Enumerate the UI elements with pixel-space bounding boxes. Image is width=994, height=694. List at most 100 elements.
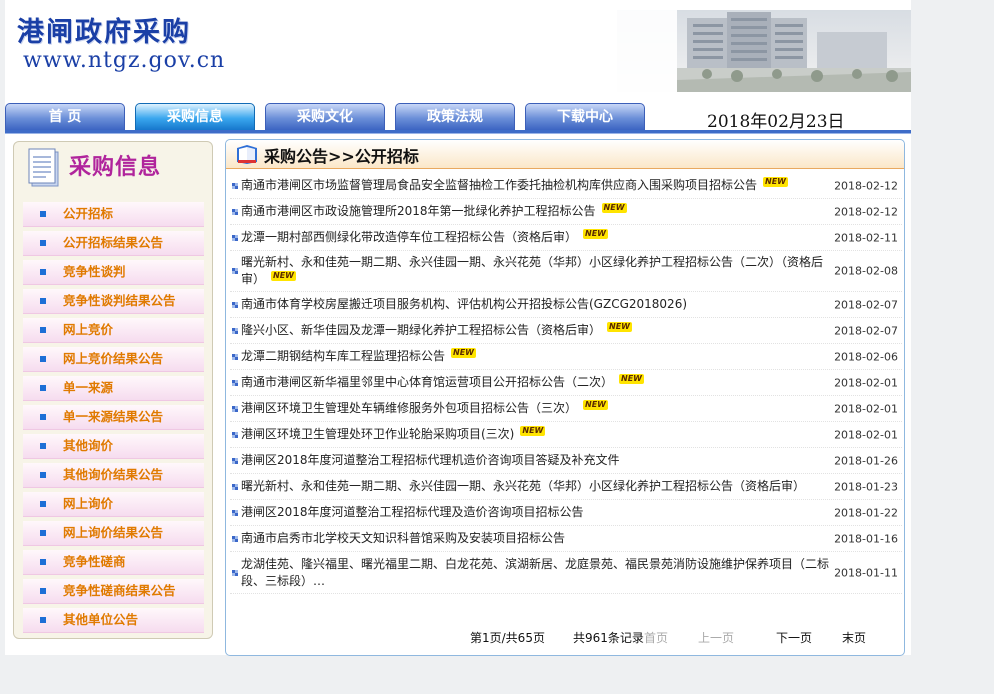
announcement-title-text: 港闸区2018年度河道整治工程招标代理及造价咨询项目招标公告 — [241, 505, 584, 519]
last-page-link[interactable]: 末页 — [842, 629, 866, 646]
announcement-date: 2018-02-06 — [834, 350, 898, 363]
sidebar-item[interactable]: 网上竞价 — [23, 318, 204, 343]
announcement-title-link[interactable]: 龙潭二期钢结构车库工程监理招标公告 NEW — [230, 348, 831, 365]
square-bullet-icon — [40, 385, 46, 391]
new-badge: NEW — [619, 374, 644, 384]
site-url: www.ntgz.gov.cn — [23, 48, 226, 73]
announcement-title-link[interactable]: 南通市港闸区市场监督管理局食品安全监督抽检工作委托抽检机构库供应商入围采购项目招… — [230, 177, 831, 194]
list-item: 南通市体育学校房屋搬迁项目服务机构、评估机构公开招投标公告(GZCG201802… — [230, 292, 902, 318]
list-item: 龙湖佳苑、隆兴福里、曙光福里二期、白龙花苑、滨湖新居、龙庭景苑、福民景苑消防设施… — [230, 552, 902, 594]
announcement-date: 2018-02-01 — [834, 428, 898, 441]
announcement-title-text: 南通市启秀市北学校天文知识科普馆采购及安装项目招标公告 — [241, 531, 566, 545]
square-bullet-icon — [40, 443, 46, 449]
sidebar-item[interactable]: 竞争性谈判 — [23, 260, 204, 285]
announcement-date: 2018-01-11 — [834, 566, 898, 579]
list-bullet-icon — [232, 431, 238, 438]
list-item: 港闸区2018年度河道整治工程招标代理及造价咨询项目招标公告 2018-01-22 — [230, 500, 902, 526]
site-title: 港闸政府采购 — [17, 17, 191, 48]
sidebar-item[interactable]: 其他询价 — [23, 434, 204, 459]
current-date: 2018年02月23日 — [707, 112, 845, 132]
list-bullet-icon — [232, 483, 238, 490]
announcement-title-link[interactable]: 龙潭一期村部西侧绿化带改造停车位工程招标公告（资格后审） NEW — [230, 229, 831, 246]
list-bullet-icon — [232, 509, 238, 516]
announcement-date: 2018-02-07 — [834, 298, 898, 311]
sidebar-item-label: 竞争性谈判结果公告 — [63, 293, 176, 308]
announcement-title-text: 龙潭一期村部西侧绿化带改造停车位工程招标公告（资格后审） — [241, 230, 578, 244]
list-item: 港闸区2018年度河道整治工程招标代理机造价咨询项目答疑及补充文件 2018-01… — [230, 448, 902, 474]
square-bullet-icon — [40, 211, 46, 217]
announcement-date: 2018-02-11 — [834, 231, 898, 244]
announcement-date: 2018-01-22 — [834, 506, 898, 519]
announcement-list: 南通市港闸区市场监督管理局食品安全监督抽检工作委托抽检机构库供应商入围采购项目招… — [230, 173, 902, 594]
sidebar-item-label: 其他单位公告 — [63, 612, 139, 627]
list-item: 龙潭二期钢结构车库工程监理招标公告 NEW 2018-02-06 — [230, 344, 902, 370]
announcement-title-link[interactable]: 港闸区2018年度河道整治工程招标代理及造价咨询项目招标公告 — [230, 504, 831, 521]
sidebar-item[interactable]: 公开招标 — [23, 202, 204, 227]
nav-tab-downloads[interactable]: 下载中心 — [525, 103, 645, 130]
first-page-link[interactable]: 首页 — [644, 629, 668, 646]
sidebar-item-label: 公开招标结果公告 — [63, 235, 164, 250]
announcement-title-link[interactable]: 南通市体育学校房屋搬迁项目服务机构、评估机构公开招投标公告(GZCG201802… — [230, 296, 831, 313]
sidebar-item[interactable]: 竞争性磋商 — [23, 550, 204, 575]
announcement-title-link[interactable]: 港闸区2018年度河道整治工程招标代理机造价咨询项目答疑及补充文件 — [230, 452, 831, 469]
sidebar-item[interactable]: 其他单位公告 — [23, 608, 204, 633]
sidebar-item[interactable]: 竞争性谈判结果公告 — [23, 289, 204, 314]
square-bullet-icon — [40, 269, 46, 275]
nav-tab-procurement-culture[interactable]: 采购文化 — [265, 103, 385, 130]
announcement-date: 2018-02-01 — [834, 402, 898, 415]
sidebar-item[interactable]: 单一来源 — [23, 376, 204, 401]
main-nav: 首 页 采购信息 采购文化 政策法规 下载中心 2018年02月23日 — [5, 103, 911, 134]
sidebar-item-label: 其他询价 — [63, 438, 114, 453]
sidebar-menu: 公开招标公开招标结果公告竞争性谈判竞争性谈判结果公告网上竞价网上竞价结果公告 单一… — [23, 202, 204, 637]
sidebar-item[interactable]: 网上询价结果公告 — [23, 521, 204, 546]
announcement-title-text: 南通市港闸区市场监督管理局食品安全监督抽检工作委托抽检机构库供应商入围采购项目招… — [241, 178, 758, 192]
sidebar-item[interactable]: 单一来源结果公告 — [23, 405, 204, 430]
nav-underline — [5, 130, 911, 134]
document-icon — [28, 148, 59, 187]
announcement-title-link[interactable]: 南通市港闸区市政设施管理所2018年第一批绿化养护工程招标公告 NEW — [230, 203, 831, 220]
list-bullet-icon — [232, 182, 238, 189]
page: 港闸政府采购 www.ntgz.gov.cn 首 页 采购信息 采购文化 政策法… — [5, 0, 911, 656]
sidebar-item[interactable]: 网上竞价结果公告 — [23, 347, 204, 372]
announcement-title-link[interactable]: 隆兴小区、新华佳园及龙潭一期绿化养护工程招标公告（资格后审） NEW — [230, 322, 831, 339]
announcement-title-text: 港闸区环境卫生管理处环卫作业轮胎采购项目(三次) — [241, 427, 515, 441]
sidebar-title: 采购信息 — [69, 155, 162, 180]
list-item: 港闸区环境卫生管理处环卫作业轮胎采购项目(三次) NEW 2018-02-01 — [230, 422, 902, 448]
announcement-title-link[interactable]: 南通市港闸区新华福里邻里中心体育馆运营项目公开招标公告（二次） NEW — [230, 374, 831, 391]
sidebar-item[interactable]: 网上询价 — [23, 492, 204, 517]
list-item: 龙潭一期村部西侧绿化带改造停车位工程招标公告（资格后审） NEW 2018-02-1… — [230, 225, 902, 251]
sidebar-item[interactable]: 其他询价结果公告 — [23, 463, 204, 488]
announcement-title-link[interactable]: 曙光新村、永和佳苑一期二期、永兴佳园一期、永兴花苑（华邦）小区绿化养护工程招标公… — [230, 478, 831, 495]
announcement-title-link[interactable]: 曙光新村、永和佳苑一期二期、永兴佳园一期、永兴花苑（华邦）小区绿化养护工程招标公… — [230, 254, 831, 288]
sidebar-item-label: 其他询价结果公告 — [63, 467, 164, 482]
sidebar-item-label: 网上询价 — [63, 496, 114, 511]
list-item: 曙光新村、永和佳苑一期二期、永兴佳园一期、永兴花苑（华邦）小区绿化养护工程招标公… — [230, 474, 902, 500]
prev-page-link[interactable]: 上一页 — [698, 629, 734, 646]
announcement-title-link[interactable]: 港闸区环境卫生管理处环卫作业轮胎采购项目(三次) NEW — [230, 426, 831, 443]
site-header: 港闸政府采购 www.ntgz.gov.cn — [5, 0, 911, 100]
nav-tab-home[interactable]: 首 页 — [5, 103, 125, 130]
list-bullet-icon — [232, 301, 238, 308]
new-badge: NEW — [583, 229, 608, 239]
announcement-title-link[interactable]: 南通市启秀市北学校天文知识科普馆采购及安装项目招标公告 — [230, 530, 831, 547]
sidebar-item[interactable]: 竞争性磋商结果公告 — [23, 579, 204, 604]
square-bullet-icon — [40, 327, 46, 333]
announcement-title-text: 港闸区2018年度河道整治工程招标代理机造价咨询项目答疑及补充文件 — [241, 453, 620, 467]
sidebar-item-label: 竞争性磋商结果公告 — [63, 583, 176, 598]
announcement-title-text: 龙湖佳苑、隆兴福里、曙光福里二期、白龙花苑、滨湖新居、龙庭景苑、福民景苑消防设施… — [241, 556, 830, 588]
list-item: 南通市港闸区市场监督管理局食品安全监督抽检工作委托抽检机构库供应商入围采购项目招… — [230, 173, 902, 199]
main-panel: 采购公告>>公开招标 南通市港闸区市场监督管理局食品安全监督抽检工作委托抽检机构… — [225, 139, 905, 656]
announcement-title-link[interactable]: 港闸区环境卫生管理处车辆维修服务外包项目招标公告（三次） NEW — [230, 400, 831, 417]
sidebar-item[interactable]: 公开招标结果公告 — [23, 231, 204, 256]
list-item: 曙光新村、永和佳苑一期二期、永兴佳园一期、永兴花苑（华邦）小区绿化养护工程招标公… — [230, 251, 902, 292]
announcement-title-link[interactable]: 龙湖佳苑、隆兴福里、曙光福里二期、白龙花苑、滨湖新居、龙庭景苑、福民景苑消防设施… — [230, 556, 831, 590]
announcement-title-text: 南通市港闸区新华福里邻里中心体育馆运营项目公开招标公告（二次） — [241, 375, 614, 389]
nav-tab-policies[interactable]: 政策法规 — [395, 103, 515, 130]
announcement-date: 2018-01-23 — [834, 480, 898, 493]
list-item: 南通市启秀市北学校天文知识科普馆采购及安装项目招标公告 2018-01-16 — [230, 526, 902, 552]
announcement-date: 2018-02-12 — [834, 205, 898, 218]
nav-tab-procurement-info[interactable]: 采购信息 — [135, 103, 255, 130]
next-page-link[interactable]: 下一页 — [776, 629, 812, 646]
list-bullet-icon — [232, 327, 238, 334]
list-bullet-icon — [232, 353, 238, 360]
